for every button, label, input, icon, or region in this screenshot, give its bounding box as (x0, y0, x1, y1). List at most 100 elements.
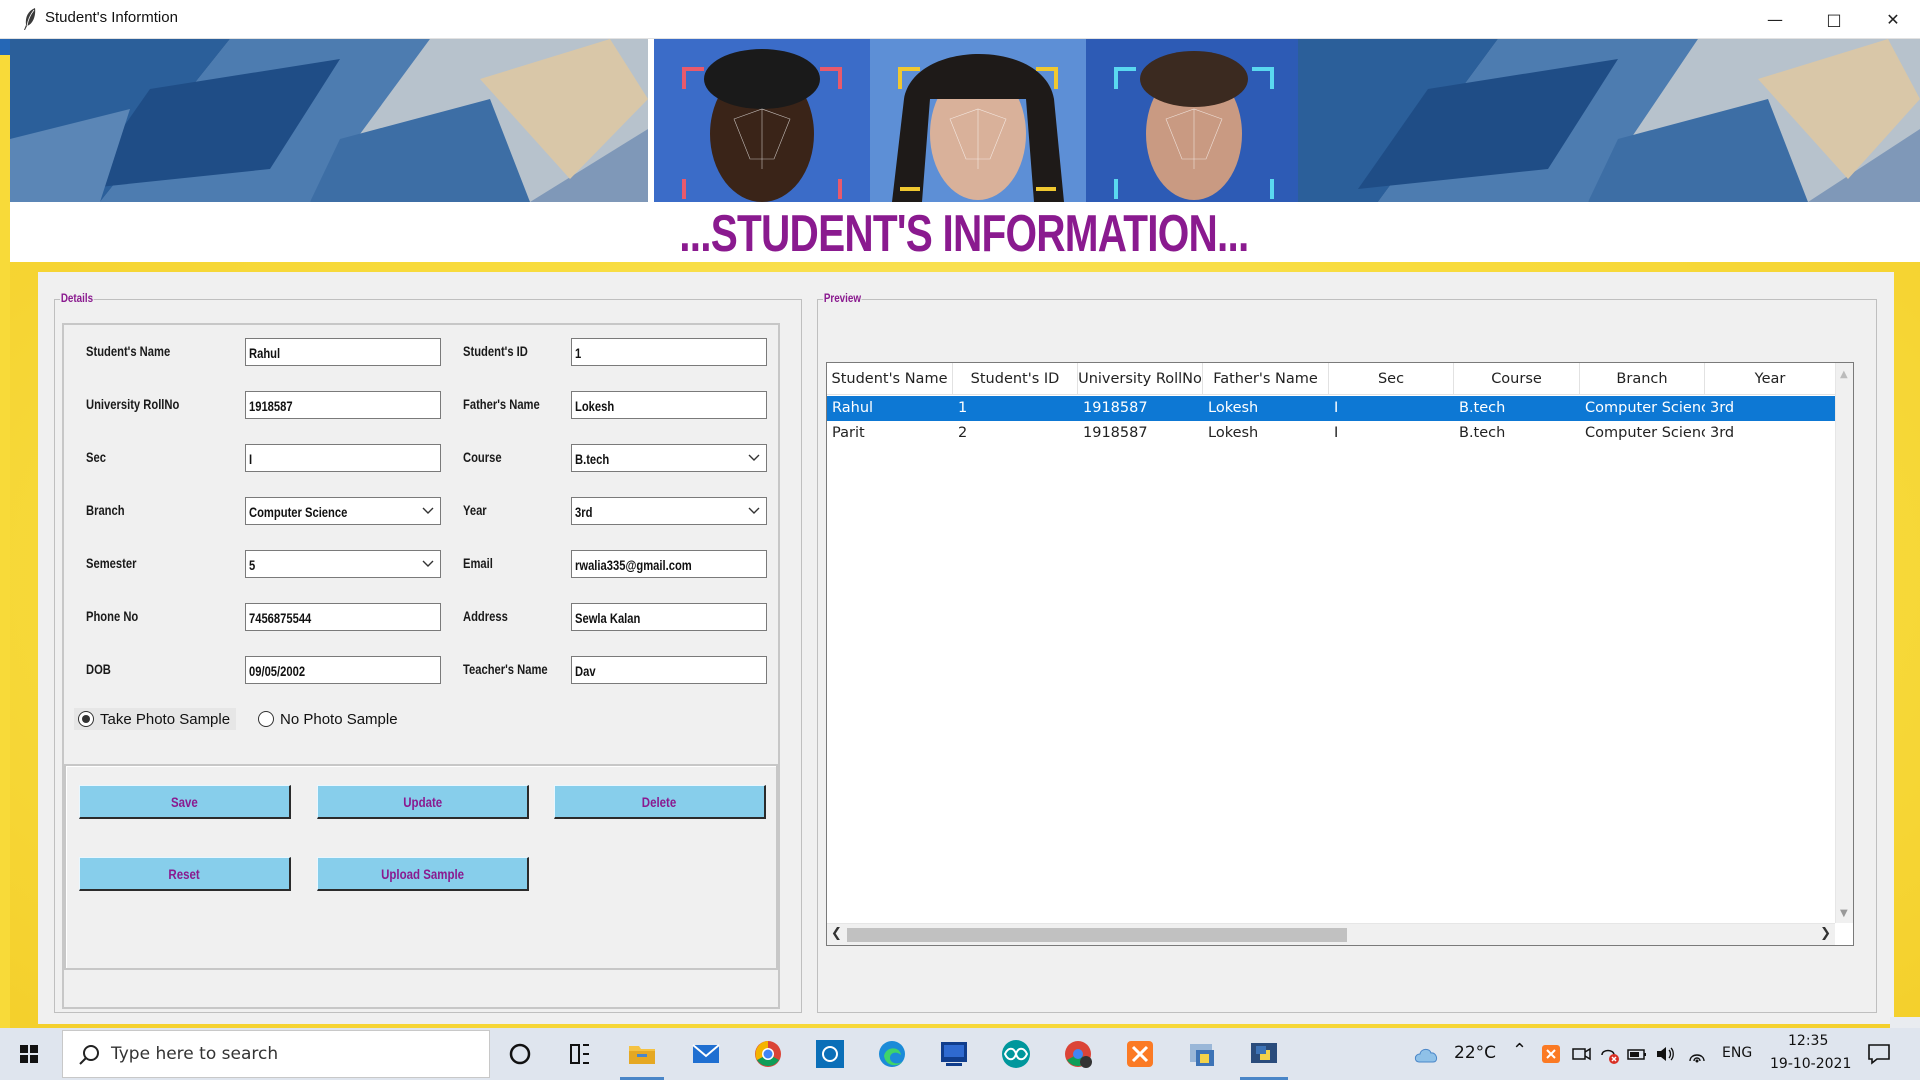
chrome-icon[interactable] (750, 1036, 786, 1072)
teacher-name-input[interactable]: Dav (571, 656, 767, 684)
clock-date[interactable]: 19-10-2021 (1770, 1056, 1851, 1072)
xampp-icon[interactable] (1122, 1036, 1158, 1072)
xampp-tray-icon[interactable] (1540, 1043, 1562, 1065)
wifi-icon[interactable] (1686, 1043, 1708, 1065)
window-corner (1890, 1017, 1920, 1028)
language-indicator[interactable]: ENG (1722, 1045, 1752, 1061)
chevron-up-icon[interactable]: ⌃ (1512, 1040, 1527, 1061)
volume-icon[interactable] (1654, 1043, 1676, 1065)
table-cell: Computer Scienc (1585, 425, 1705, 441)
phone-input[interactable]: 7456875544 (245, 603, 441, 631)
scroll-right-icon[interactable]: ❯ (1820, 926, 1831, 941)
cortana-icon[interactable] (502, 1036, 538, 1072)
semester-label: Semester (86, 555, 137, 571)
chevron-down-icon[interactable] (422, 556, 434, 570)
year-combobox[interactable]: 3rd (571, 497, 767, 525)
semester-value: 5 (249, 557, 256, 573)
student-name-value: Rahul (249, 345, 281, 361)
table-cell: 2 (958, 425, 968, 441)
reset-button[interactable]: Reset (79, 857, 291, 891)
weather-temperature[interactable]: 22°C (1454, 1043, 1496, 1063)
semester-combobox[interactable]: 5 (245, 550, 441, 578)
mail-icon[interactable] (688, 1036, 724, 1072)
scrollbar-thumb[interactable] (847, 928, 1347, 942)
table-cell: 1 (958, 400, 968, 416)
scroll-down-icon[interactable]: ▼ (1840, 908, 1848, 919)
father-name-input[interactable]: Lokesh (571, 391, 767, 419)
meet-now-icon[interactable] (1570, 1043, 1592, 1065)
radio-selected-icon[interactable] (78, 711, 94, 727)
student-table[interactable]: Student's Name Student's ID University R… (826, 362, 1854, 946)
no-photo-radio[interactable]: No Photo Sample (254, 708, 404, 730)
address-label: Address (463, 608, 508, 624)
address-value: Sewla Kalan (575, 610, 641, 626)
clock-time[interactable]: 12:35 (1788, 1033, 1828, 1049)
dob-input[interactable]: 09/05/2002 (245, 656, 441, 684)
scroll-left-icon[interactable]: ❮ (831, 926, 842, 941)
network-warning-icon[interactable] (1598, 1043, 1620, 1065)
student-id-input[interactable]: 1 (571, 338, 767, 366)
details-group-label: Details (60, 291, 94, 305)
student-id-label: Student's ID (463, 343, 528, 359)
university-rollno-input[interactable]: 1918587 (245, 391, 441, 419)
file-explorer-icon[interactable] (624, 1036, 660, 1072)
column-header[interactable]: Sec (1329, 363, 1454, 395)
scroll-up-icon[interactable]: ▲ (1840, 369, 1848, 380)
column-header[interactable]: Year (1705, 363, 1835, 395)
branch-combobox[interactable]: Computer Science (245, 497, 441, 525)
windows-start-icon[interactable] (0, 1028, 58, 1080)
upload-sample-button[interactable]: Upload Sample (317, 857, 529, 891)
vertical-scrollbar[interactable]: ▲ ▼ (1835, 363, 1853, 923)
column-header[interactable]: University RollNo (1078, 363, 1203, 395)
course-label: Course (463, 449, 502, 465)
email-input[interactable]: rwalia335@gmail.com (571, 550, 767, 578)
chevron-down-icon[interactable] (748, 503, 760, 517)
app-icon[interactable] (812, 1036, 848, 1072)
edge-icon[interactable] (874, 1036, 910, 1072)
column-header[interactable]: Student's Name (827, 363, 953, 395)
chevron-down-icon[interactable] (422, 503, 434, 517)
radio-unselected-icon[interactable] (258, 711, 274, 727)
column-header[interactable]: Father's Name (1203, 363, 1329, 395)
sec-input[interactable]: I (245, 444, 441, 472)
feather-icon (24, 8, 36, 30)
take-photo-label: Take Photo Sample (100, 710, 231, 728)
table-cell: 1918587 (1083, 400, 1148, 416)
arduino-icon[interactable] (998, 1036, 1034, 1072)
chrome-profile-icon[interactable] (1060, 1036, 1096, 1072)
table-cell: Lokesh (1208, 400, 1259, 416)
table-row[interactable]: Rahul 1 1918587 Lokesh I B.tech Computer… (827, 396, 1835, 421)
task-view-icon[interactable] (562, 1036, 598, 1072)
update-button[interactable]: Update (317, 785, 529, 819)
course-combobox[interactable]: B.tech (571, 444, 767, 472)
minimize-button[interactable]: — (1746, 0, 1804, 39)
course-value: B.tech (575, 451, 610, 467)
maximize-button[interactable]: □ (1805, 0, 1863, 39)
taskbar-search-box[interactable]: Type here to search (62, 1030, 490, 1078)
weather-cloud-icon[interactable] (1412, 1040, 1442, 1068)
heading-strip: ...STUDENT'S INFORMATION... (10, 202, 1920, 263)
delete-button[interactable]: Delete (554, 785, 766, 819)
student-name-input[interactable]: Rahul (245, 338, 441, 366)
column-header[interactable]: Course (1454, 363, 1580, 395)
close-button[interactable]: ✕ (1864, 0, 1920, 39)
title-bar: Student's Informtion — □ ✕ (0, 0, 1920, 39)
taskbar: Type here to search 22°C ⌃ ENG 12:35 19-… (0, 1028, 1920, 1080)
ide-icon[interactable] (936, 1036, 972, 1072)
python-idle-icon[interactable] (1184, 1036, 1220, 1072)
table-row[interactable]: Parit 2 1918587 Lokesh I B.tech Computer… (827, 421, 1835, 446)
banner-left-image (10, 39, 648, 202)
chevron-down-icon[interactable] (748, 450, 760, 464)
preview-group-label: Preview (823, 291, 862, 305)
table-cell: I (1334, 425, 1339, 441)
save-button[interactable]: Save (79, 785, 291, 819)
battery-icon[interactable] (1626, 1043, 1648, 1065)
horizontal-scrollbar[interactable]: ❮ ❯ (827, 923, 1835, 945)
column-header[interactable]: Branch (1580, 363, 1705, 395)
dob-value: 09/05/2002 (249, 663, 306, 679)
python-window-icon[interactable] (1246, 1036, 1282, 1072)
take-photo-radio[interactable]: Take Photo Sample (74, 708, 237, 730)
address-input[interactable]: Sewla Kalan (571, 603, 767, 631)
notifications-icon[interactable] (1866, 1042, 1892, 1066)
column-header[interactable]: Student's ID (953, 363, 1078, 395)
